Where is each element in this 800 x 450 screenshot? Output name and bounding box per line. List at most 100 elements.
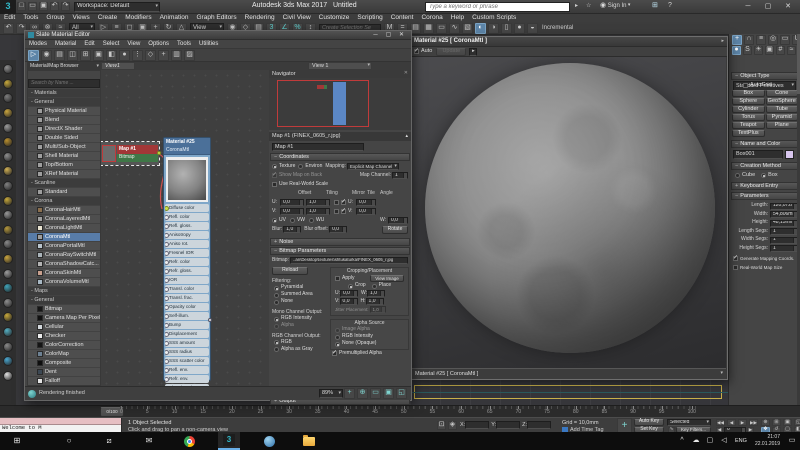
crop-v-spinner[interactable]: 0,0 bbox=[340, 298, 358, 305]
browser-item[interactable]: CoronaLayeredMtl bbox=[28, 215, 100, 224]
tray-expand-icon[interactable]: ^ bbox=[675, 432, 689, 450]
undo-icon[interactable]: ↶ bbox=[3, 23, 14, 34]
material-slot[interactable]: SSS amount bbox=[165, 339, 209, 347]
geometry-tab-icon[interactable]: ● bbox=[732, 46, 741, 55]
script-button-icon[interactable] bbox=[3, 254, 13, 264]
menu-item[interactable]: Animation bbox=[156, 14, 193, 21]
script-button-icon[interactable] bbox=[3, 210, 13, 220]
render-setup-icon[interactable]: ◑ bbox=[488, 23, 499, 34]
node-output-socket[interactable] bbox=[157, 151, 161, 155]
browser-item[interactable]: CoronaRaySwitchMtl bbox=[28, 251, 100, 260]
auto-update-checkbox[interactable]: Auto bbox=[414, 48, 432, 54]
object-button[interactable]: Pyramid bbox=[766, 114, 799, 121]
show-map-in-viewport-icon[interactable]: ◫ bbox=[67, 50, 78, 61]
options-icon[interactable]: ⋮ bbox=[132, 50, 143, 61]
material-slot[interactable]: Displacement bbox=[165, 330, 209, 338]
render-iterative-icon[interactable]: ◒ bbox=[527, 23, 538, 34]
cloud-sync-icon[interactable]: ☁ bbox=[689, 432, 703, 450]
script-button-icon[interactable] bbox=[3, 239, 13, 249]
sme-menu-item[interactable]: Edit bbox=[80, 41, 98, 48]
sme-menu-item[interactable]: Utilities bbox=[195, 41, 222, 48]
blur-spinner[interactable]: 1,0 bbox=[283, 226, 301, 233]
browser-item[interactable]: Standard bbox=[28, 188, 100, 197]
material-slot[interactable]: Fresnel IOR bbox=[165, 249, 209, 257]
script-button-icon[interactable] bbox=[3, 79, 13, 89]
script-button-icon[interactable] bbox=[3, 181, 13, 191]
curve-editor-icon[interactable]: ∿ bbox=[449, 23, 460, 34]
filter-none-radio[interactable]: None bbox=[274, 299, 293, 305]
language-indicator[interactable]: ENG bbox=[731, 432, 751, 450]
put-to-library-icon[interactable]: ▤ bbox=[54, 50, 65, 61]
material-slot[interactable]: Transl. frac. bbox=[165, 294, 209, 302]
keyboard-entry-rollout[interactable]: Keyboard Entry bbox=[731, 182, 798, 190]
zoom-tool-icon[interactable]: + bbox=[158, 50, 169, 61]
creation-method-rollout[interactable]: Creation Method bbox=[731, 162, 798, 170]
space-warps-tab-icon[interactable]: ≈ bbox=[787, 46, 796, 55]
cortana-search-button[interactable]: ○ bbox=[58, 432, 80, 450]
crop-radio[interactable]: Crop bbox=[348, 283, 366, 289]
workspace-dropdown[interactable]: Workspace: Default bbox=[74, 2, 160, 12]
task-view-button[interactable]: ⧄ bbox=[98, 432, 120, 450]
crop-w-spinner[interactable]: 1,0 bbox=[367, 290, 385, 297]
browser-header-dropdown[interactable]: Material/Map Browser bbox=[28, 63, 100, 71]
parameter-spinner[interactable]: 48,15mm bbox=[770, 220, 798, 227]
browser-item[interactable]: Dent bbox=[28, 368, 100, 377]
node-output-socket[interactable] bbox=[208, 318, 212, 322]
object-button[interactable]: Plane bbox=[766, 122, 799, 129]
mono-rgb-intensity-radio[interactable]: RGB Intensity bbox=[274, 316, 312, 322]
alpha-rgb-intensity-radio[interactable]: RGB Intensity bbox=[335, 334, 373, 340]
script-button-icon[interactable] bbox=[3, 64, 13, 74]
display-tab-icon[interactable]: ▭ bbox=[780, 35, 790, 45]
sme-titlebar[interactable]: Slate Material Editor ─ ▢ ✕ bbox=[25, 31, 411, 40]
object-button[interactable]: Sphere bbox=[732, 98, 765, 105]
play-animation-icon[interactable]: ▶ bbox=[738, 419, 747, 426]
v-tiling-spinner[interactable]: 1,0 bbox=[306, 208, 330, 215]
view-tab[interactable]: View1 bbox=[101, 62, 135, 70]
parameter-spinner[interactable]: 1 bbox=[770, 228, 798, 235]
z-coordinate-field[interactable] bbox=[527, 421, 551, 429]
u-offset-spinner[interactable]: 0,0 bbox=[280, 199, 304, 206]
sign-in-button[interactable]: ◉ Sign In ▾ bbox=[600, 2, 630, 10]
browser-item[interactable]: - Scanline bbox=[28, 179, 100, 188]
menu-item[interactable]: Graph Editors bbox=[193, 14, 241, 21]
display-tray-icon[interactable]: ▢ bbox=[703, 432, 717, 450]
browser-item[interactable]: Composite bbox=[28, 359, 100, 368]
shapes-tab-icon[interactable]: S bbox=[743, 46, 752, 55]
noise-rollout[interactable]: Noise bbox=[270, 238, 410, 246]
auto-key-button[interactable]: Auto Key bbox=[634, 419, 664, 426]
menu-item[interactable]: Rendering bbox=[241, 14, 279, 21]
navigator-minimap[interactable] bbox=[269, 78, 411, 130]
material-slot[interactable]: SSS scatter color bbox=[165, 357, 209, 365]
sme-maximize-button[interactable]: ▢ bbox=[382, 32, 395, 39]
clock[interactable]: 21:07 22.01.2019 bbox=[755, 434, 780, 448]
parameters-rollout[interactable]: Parameters bbox=[731, 192, 798, 200]
bitmap-parameters-rollout[interactable]: Bitmap Parameters bbox=[270, 247, 410, 255]
menu-item[interactable]: Civil View bbox=[279, 14, 315, 21]
browser-item[interactable]: CoronaPortalMtl bbox=[28, 242, 100, 251]
material-slot[interactable]: Refr. env. bbox=[165, 375, 209, 383]
script-button-icon[interactable] bbox=[3, 152, 13, 162]
script-button-icon[interactable] bbox=[3, 93, 13, 103]
3dsmax-logo-icon[interactable]: 3 bbox=[0, 0, 16, 14]
parameter-spinner[interactable]: 120,072mm bbox=[770, 203, 798, 210]
blue-sphere-app-icon[interactable] bbox=[258, 432, 280, 450]
coordinates-rollout[interactable]: Coordinates bbox=[270, 153, 410, 161]
hierarchy-tab-icon[interactable]: ≡ bbox=[756, 35, 766, 45]
filter-summed-radio[interactable]: Summed Area bbox=[274, 292, 313, 298]
object-button[interactable]: GeoSphere bbox=[766, 98, 799, 105]
minimize-button[interactable]: ─ bbox=[738, 3, 758, 11]
v-angle-spinner[interactable]: 0,0 bbox=[356, 208, 376, 215]
new-scene-icon[interactable]: □ bbox=[17, 2, 26, 11]
browser-item[interactable]: Blend bbox=[28, 116, 100, 125]
material-slot[interactable]: Refl. gloss. bbox=[165, 222, 209, 230]
mono-alpha-radio[interactable]: Alpha bbox=[274, 323, 294, 329]
reload-button[interactable]: Reload bbox=[272, 267, 308, 275]
modify-tab-icon[interactable]: ∩ bbox=[744, 35, 754, 45]
material-slot[interactable]: Refr. gloss. bbox=[165, 267, 209, 275]
uv-radio[interactable]: UV bbox=[272, 218, 286, 224]
browser-item[interactable]: CoronaVolumeMtl bbox=[28, 278, 100, 287]
render-view[interactable] bbox=[412, 57, 726, 368]
material-slot[interactable]: Transl. color bbox=[165, 285, 209, 293]
browser-item[interactable]: ColorMap bbox=[28, 350, 100, 359]
alpha-as-gray-radio[interactable]: Alpha as Gray bbox=[274, 347, 313, 353]
